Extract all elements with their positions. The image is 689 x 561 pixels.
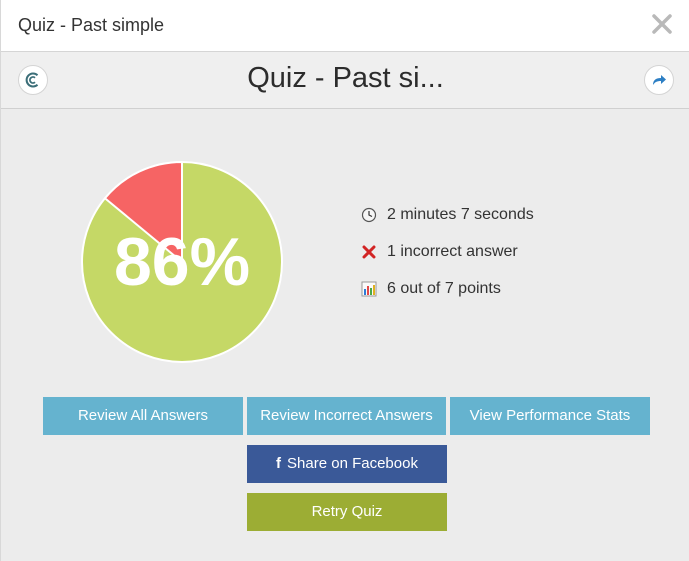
quiz-window: Quiz - Past simple Quiz - Past si... 86% (0, 0, 689, 561)
clock-icon (361, 207, 377, 223)
share-on-facebook-label: Share on Facebook (287, 455, 418, 472)
score-percent: 86% (113, 224, 251, 300)
red-x-icon (361, 244, 377, 260)
close-button[interactable] (650, 12, 674, 36)
points-score: 6 out of 7 points (387, 279, 501, 297)
review-incorrect-answers-button[interactable]: Review Incorrect Answers (247, 397, 446, 435)
result-stats: 2 minutes 7 seconds 1 incorrect answer 6… (361, 196, 534, 307)
window-titlebar: Quiz - Past simple (1, 0, 689, 52)
close-icon (652, 14, 672, 34)
share-button[interactable] (644, 65, 674, 95)
time-taken: 2 minutes 7 seconds (387, 205, 534, 223)
points-stat: 6 out of 7 points (361, 270, 534, 307)
retry-quiz-button[interactable]: Retry Quiz (247, 493, 447, 531)
window-title: Quiz - Past simple (18, 15, 165, 35)
quiz-header: Quiz - Past si... (1, 52, 689, 109)
share-on-facebook-button[interactable]: f Share on Facebook (247, 445, 447, 483)
incorrect-stat: 1 incorrect answer (361, 233, 534, 270)
time-stat: 2 minutes 7 seconds (361, 196, 534, 233)
facebook-icon: f (276, 455, 282, 472)
incorrect-count: 1 incorrect answer (387, 242, 518, 260)
bar-chart-icon (361, 281, 377, 297)
share-arrow-icon (653, 75, 666, 85)
view-performance-stats-button[interactable]: View Performance Stats (450, 397, 650, 435)
review-all-answers-button[interactable]: Review All Answers (43, 397, 243, 435)
quiz-title: Quiz - Past si... (247, 62, 444, 94)
